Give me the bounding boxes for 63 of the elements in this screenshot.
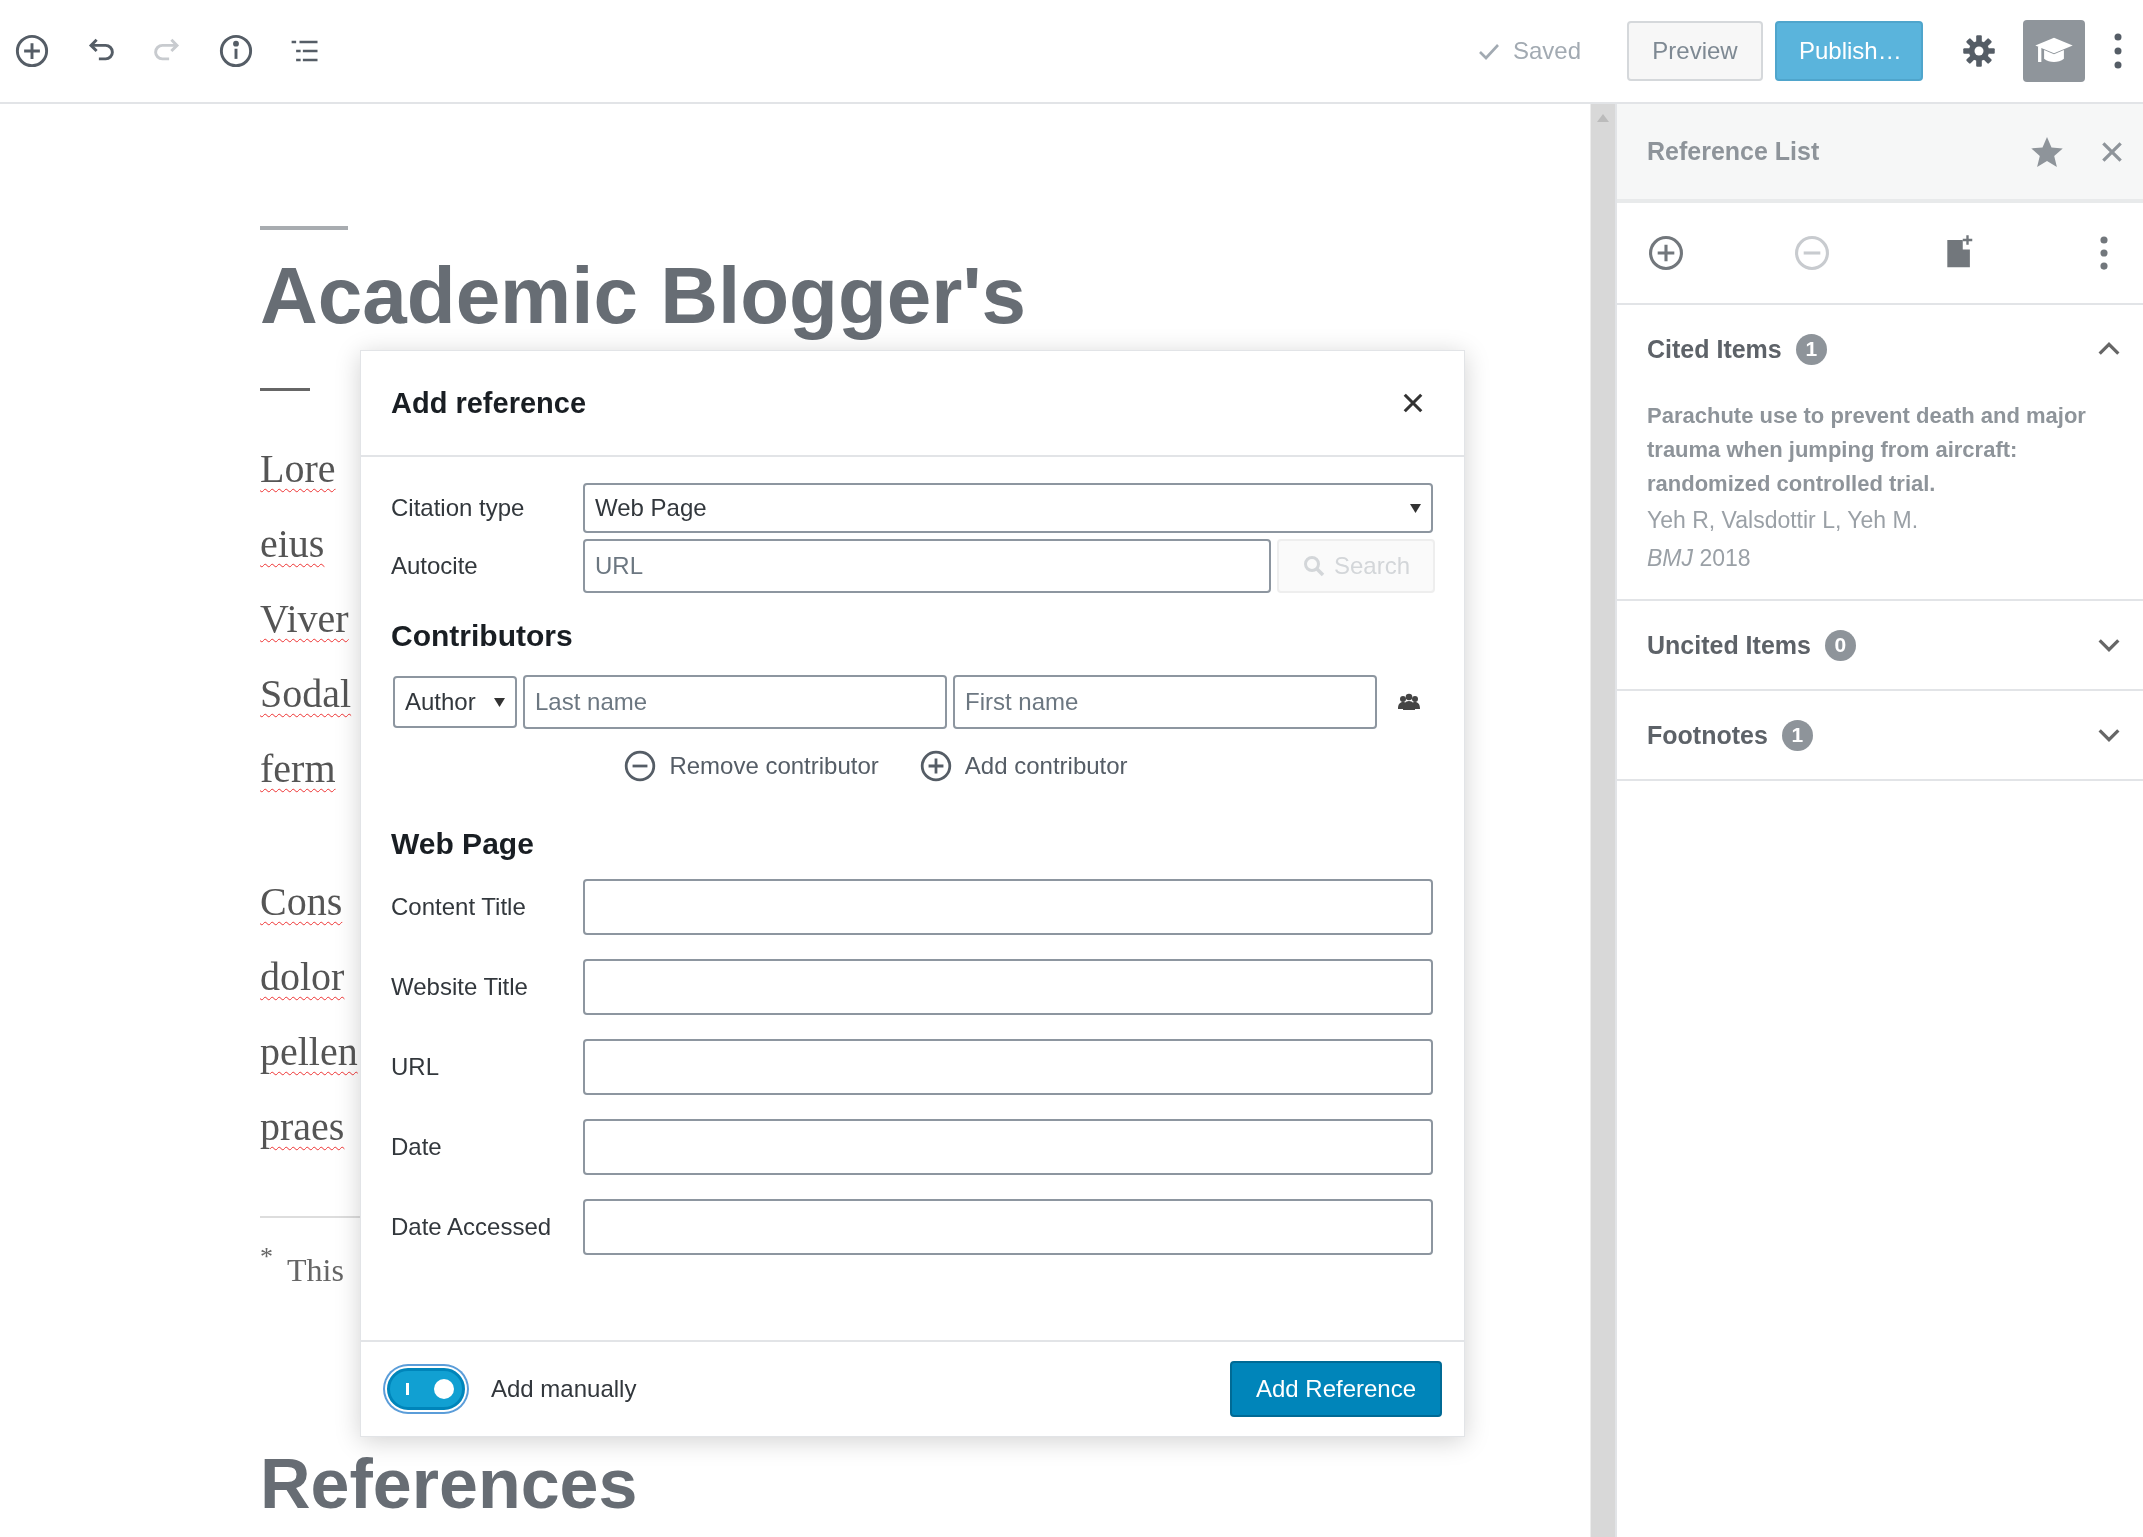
footnote-mark: * [260, 1242, 273, 1273]
field-label: Website Title [391, 973, 529, 1001]
paragraph-text: Lore [260, 446, 336, 491]
count-badge: 1 [1795, 333, 1827, 365]
field-label: URL [391, 1053, 440, 1081]
preview-button[interactable]: Preview [1627, 21, 1763, 81]
search-icon [1301, 554, 1326, 578]
paragraph-text: Cons [260, 879, 343, 924]
info-icon[interactable] [218, 33, 254, 69]
add-contributor-button[interactable]: Add contributor [918, 749, 1128, 783]
toggle-label: Add manually [491, 1375, 638, 1403]
field-label: Content Title [391, 893, 527, 921]
reference-source: BMJ 2018 [1647, 544, 1752, 573]
paragraph-text: ferm [260, 746, 336, 791]
caret-icon [494, 697, 505, 707]
panel-title: Reference List [1647, 137, 1821, 166]
paragraph-text: pellen [260, 1029, 358, 1074]
add-icon[interactable] [1647, 234, 1685, 272]
count-badge: 0 [1824, 629, 1856, 661]
section-heading: Contributors [391, 619, 574, 653]
paragraph-text: Sodal [260, 671, 352, 716]
remove-contributor-button[interactable]: Remove contributor [623, 749, 879, 783]
text-input[interactable] [583, 1199, 1433, 1255]
minus-circle-icon [623, 749, 658, 783]
settings-icon[interactable] [1961, 33, 1997, 69]
section-title[interactable]: Footnotes [1647, 720, 1768, 750]
saved-status: Saved [1512, 37, 1581, 65]
count-badge: 1 [1781, 719, 1813, 751]
paragraph-text: praes [260, 1104, 345, 1149]
text-input[interactable] [583, 959, 1433, 1015]
add-icon[interactable] [14, 33, 50, 69]
field-label: Citation type [391, 494, 526, 522]
field-label: Autocite [391, 552, 479, 580]
post-title: Academic Blogger's [260, 252, 1027, 340]
section-title[interactable]: Cited Items [1647, 334, 1782, 364]
field-label: Date [391, 1133, 443, 1161]
paragraph-text: eius [260, 521, 325, 566]
more-icon[interactable] [2113, 31, 2123, 71]
dialog-title: Add reference [391, 386, 586, 420]
close-icon[interactable] [1402, 392, 1424, 414]
citation-type-select[interactable]: Web Page [583, 483, 1433, 533]
text-input[interactable] [583, 1119, 1433, 1175]
paragraph-text: dolor [260, 954, 345, 999]
reference-title: Parachute use to prevent death and major trauma when jumping from aircraft: randomized controlled trial. [1647, 402, 2087, 498]
reference-authors: Yeh R, Valsdottir L, Yeh M. [1647, 506, 1920, 535]
url-input[interactable]: URL [583, 539, 1271, 593]
field-label: Date Accessed [391, 1213, 553, 1241]
plus-circle-icon [918, 749, 953, 783]
first-name-input[interactable]: First name [953, 675, 1377, 729]
graduation-cap-button[interactable] [2023, 20, 2085, 82]
paragraph-text: Viver [260, 596, 349, 641]
role-select[interactable]: Author [393, 676, 517, 728]
section-heading: Web Page [391, 827, 535, 861]
text-input[interactable] [583, 879, 1433, 935]
section-title[interactable]: Uncited Items [1647, 630, 1811, 660]
text-input[interactable] [583, 1039, 1433, 1095]
scrollbar[interactable] [1590, 104, 1615, 1537]
footnote-text: This [287, 1252, 344, 1289]
last-name-input[interactable]: Last name [523, 675, 947, 729]
caret-icon [1410, 503, 1421, 513]
people-icon[interactable] [1397, 692, 1421, 712]
add-reference-button[interactable]: Add Reference [1230, 1361, 1442, 1417]
references-heading: References [260, 1449, 638, 1519]
